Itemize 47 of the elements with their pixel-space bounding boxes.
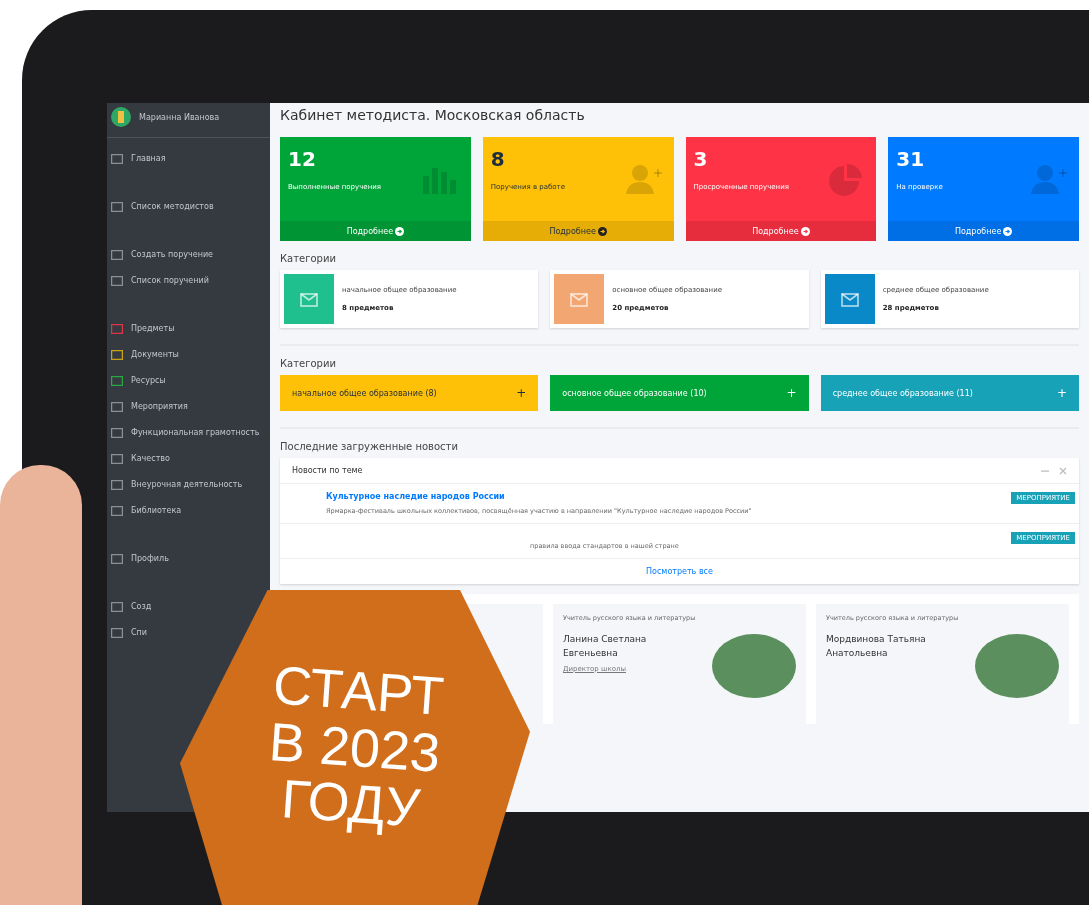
details-link[interactable]: Подробнее xyxy=(888,221,1079,241)
sidebar-item[interactable]: Документы xyxy=(107,342,183,368)
logo-icon xyxy=(111,107,131,127)
details-link[interactable]: Подробнее xyxy=(482,221,674,241)
stat-value: 31 xyxy=(896,147,926,171)
pie-chart-icon xyxy=(826,162,865,196)
sidebar-item[interactable]: Качество xyxy=(107,446,174,472)
sidebar-item[interactable]: Библиотека xyxy=(107,498,186,524)
promo-text: СТАРТ В 2023 ГОДУ xyxy=(266,656,447,839)
sidebar-item[interactable]: Мероприятия xyxy=(107,394,192,420)
sidebar-item[interactable]: Список поручений xyxy=(107,268,213,294)
sidebar-item[interactable]: Список методистов xyxy=(107,194,218,220)
teacher-name: Мордвинова Татьяна Анатольевна xyxy=(826,633,927,661)
sidebar-item[interactable]: Ресурсы xyxy=(107,368,170,394)
arrow-circle-icon xyxy=(597,226,607,236)
brand-name: Марианна Иванова xyxy=(139,112,220,122)
user-add-icon xyxy=(1029,162,1067,196)
section-title: Категории xyxy=(280,253,337,264)
category-button[interactable]: начальное общее образование (8) + xyxy=(280,375,539,411)
sidebar-item[interactable]: Профиль xyxy=(107,546,173,572)
arrow-circle-icon xyxy=(395,226,405,236)
details-link[interactable]: Подробнее xyxy=(685,221,877,241)
stat-value: 3 xyxy=(693,147,709,171)
sidebar-item[interactable]: Созд xyxy=(107,594,156,620)
sidebar-item[interactable]: Функциональная грамотность xyxy=(107,420,264,446)
arrow-circle-icon xyxy=(800,226,810,236)
sidebar-item[interactable]: Спи xyxy=(107,620,151,646)
plus-icon: + xyxy=(1056,386,1067,400)
sidebar-item[interactable]: Создать поручение xyxy=(107,242,218,268)
arrow-circle-icon xyxy=(1003,226,1013,236)
teacher-name: Ланина Светлана Евгеньевна xyxy=(563,633,648,661)
view-all-link[interactable]: Посмотреть все xyxy=(646,567,713,576)
plus-icon: + xyxy=(516,386,527,400)
card-title: Новости по теме xyxy=(292,466,363,475)
plus-icon: + xyxy=(786,386,797,400)
user-add-icon xyxy=(623,162,662,196)
close-icon xyxy=(1059,466,1067,475)
sidebar-item[interactable]: Предметы xyxy=(107,316,179,342)
stat-value: 12 xyxy=(288,147,317,171)
details-link[interactable]: Подробнее xyxy=(280,221,471,241)
section-title: Категории xyxy=(280,358,337,369)
section-title: Последние загруженные новости xyxy=(280,441,459,452)
sidebar-item[interactable]: Главная xyxy=(107,146,170,172)
sidebar-item[interactable]: Внеурочная деятельность xyxy=(107,472,247,498)
stat-value: 8 xyxy=(490,147,506,171)
page-title: Кабинет методиста. Московская область xyxy=(280,107,586,123)
news-link[interactable]: Культурное наследие народов России xyxy=(326,492,752,501)
